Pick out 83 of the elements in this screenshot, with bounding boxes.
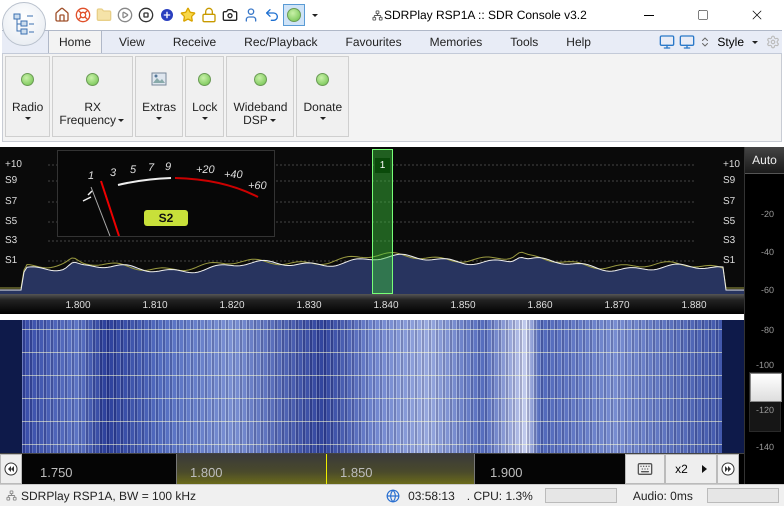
frequency-label: 1.820: [219, 300, 245, 311]
ribbon-tab[interactable]: Rec/Playback: [233, 31, 329, 52]
ribbon-button[interactable]: Donate: [296, 56, 350, 137]
frequency-label: 1.830: [296, 300, 322, 311]
frequency-label: 1.750: [39, 464, 74, 482]
minimize-icon: [644, 14, 654, 16]
application-menu-button[interactable]: [2, 2, 46, 46]
scale-label: S5: [723, 216, 736, 227]
maximize-icon: [697, 9, 709, 21]
frequency-label: 1.850: [339, 464, 374, 482]
ribbon-tab[interactable]: Help: [555, 31, 602, 52]
tree-icon: [12, 12, 36, 36]
frequency-label: 1.800: [65, 300, 91, 311]
scale-label: S7: [5, 196, 18, 207]
scale-label: S3: [5, 235, 18, 246]
meter-scale-label: +40: [224, 169, 243, 181]
network-icon: [372, 10, 383, 21]
meter-scale-label: 5: [130, 164, 136, 176]
ribbon-tab[interactable]: View: [108, 31, 156, 52]
scale-label: -80: [760, 325, 774, 335]
scale-label: +10: [5, 159, 22, 170]
scale-label: S1: [5, 255, 18, 266]
scroll-right-button[interactable]: [717, 454, 739, 484]
ribbon-tab[interactable]: Tools: [499, 31, 550, 52]
scale-label: S9: [723, 175, 736, 186]
frequency-label: 1.800: [189, 464, 224, 482]
frequency-label: 1.850: [450, 300, 476, 311]
frequency-label: 1.880: [681, 300, 707, 311]
lifebuoy-icon[interactable]: [73, 5, 93, 25]
ribbon-tab[interactable]: Receive: [162, 31, 228, 52]
keyboard-button[interactable]: [625, 454, 665, 484]
frequency-label: 1.860: [527, 300, 553, 311]
scale-label: S3: [723, 235, 736, 246]
cpu-text: . CPU: 1.3%: [466, 488, 533, 502]
time-text: 03:58:13: [408, 488, 455, 502]
network-icon: [6, 490, 17, 501]
ribbon-tab[interactable]: Memories: [418, 31, 494, 52]
audio-text: Audio: 0ms: [632, 488, 693, 502]
meter-scale-label: +20: [196, 164, 215, 176]
ribbon-tab[interactable]: Favourites: [334, 31, 413, 52]
scale-label: S9: [5, 175, 18, 186]
window-title: SDRPlay RSP1A :: SDR Console v3.2: [384, 8, 587, 22]
auto-button[interactable]: Auto: [745, 147, 784, 174]
scale-label: -140: [756, 442, 774, 452]
frequency-label: 1.810: [142, 300, 168, 311]
rewind-icon: [4, 462, 18, 476]
ribbon-button[interactable]: Extras: [135, 56, 184, 137]
frequency-label: 1.870: [604, 300, 630, 311]
scale-label: S5: [5, 216, 18, 227]
scale-label: -120: [756, 405, 774, 415]
ribbon-button[interactable]: Wideband DSP: [226, 56, 294, 137]
scale-label: S7: [723, 196, 736, 207]
scale-label: +10: [723, 159, 740, 170]
meter-scale-label: 3: [110, 167, 116, 179]
meter-scale-label: 9: [165, 161, 172, 173]
keyboard-icon: [637, 461, 653, 477]
scale-label: S1: [723, 255, 736, 266]
frequency-label: 1.900: [489, 464, 524, 482]
globe-icon: [386, 488, 400, 502]
meter-scale-label: 1: [88, 170, 94, 182]
device-status: SDRPlay RSP1A, BW = 100 kHz: [21, 488, 196, 502]
receiver-marker[interactable]: 1: [372, 149, 393, 294]
range-slider[interactable]: [750, 373, 782, 402]
ribbon-button[interactable]: Radio: [5, 56, 50, 137]
scale-label: -100: [756, 360, 774, 370]
dot-button[interactable]: [283, 4, 305, 26]
scale-label: -40: [760, 247, 774, 257]
meter-scale-label: +60: [248, 180, 267, 192]
scroll-left-button[interactable]: [0, 454, 22, 484]
ribbon-tab[interactable]: Home: [48, 30, 102, 53]
frequency-label: 1.840: [373, 300, 399, 311]
ribbon-button[interactable]: RX Frequency: [52, 56, 134, 137]
meter-scale-label: 7: [148, 162, 154, 174]
monitor-icon[interactable]: [679, 34, 696, 50]
zoom-button[interactable]: x2: [665, 454, 717, 484]
ribbon-button[interactable]: Lock: [185, 56, 224, 137]
monitor-icon[interactable]: [659, 34, 676, 50]
scale-label: -20: [760, 209, 774, 219]
stop-icon[interactable]: [136, 5, 156, 25]
style-dropdown[interactable]: Style: [715, 35, 762, 49]
scale-label: -60: [760, 285, 774, 295]
s-meter-reading: S2: [144, 210, 188, 226]
fast-forward-icon: [721, 462, 735, 476]
